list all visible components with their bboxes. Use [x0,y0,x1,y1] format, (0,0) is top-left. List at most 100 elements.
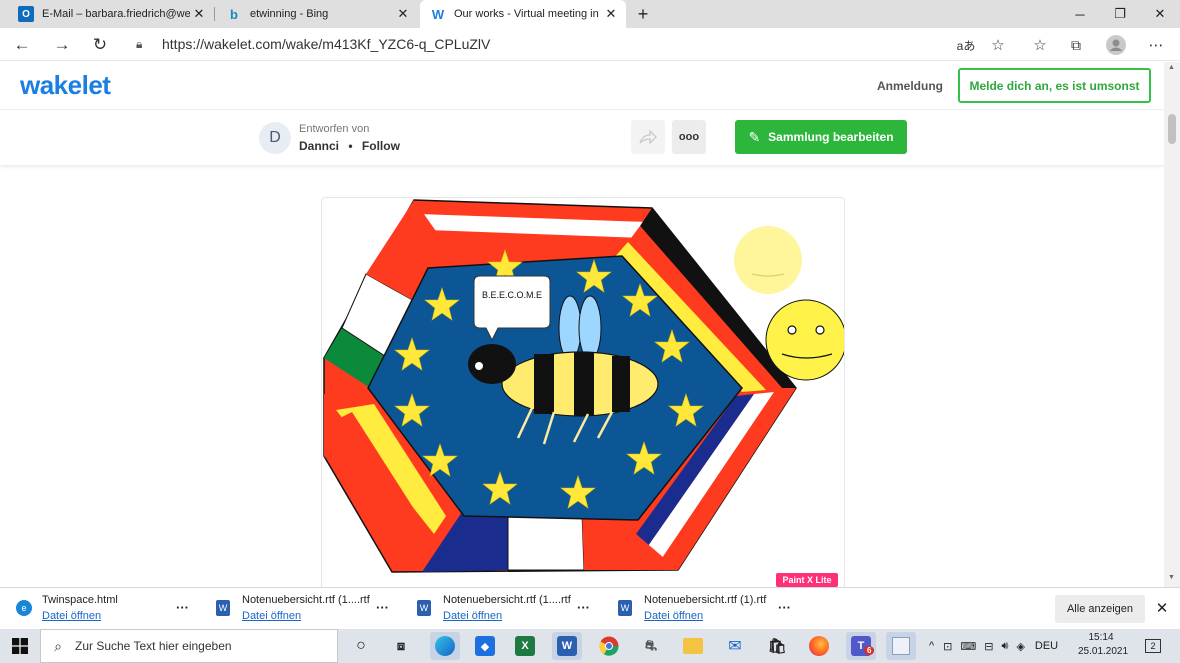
tab-bing[interactable]: b etwinning - Bing ✕ [216,0,418,28]
taskbar-mail[interactable]: ✉ [720,632,750,660]
start-button[interactable] [0,629,40,663]
open-file-link[interactable]: Datei öffnen [242,610,301,622]
author-avatar[interactable]: D [259,122,291,154]
site-header: wakelet Anmeldung Melde dich an, es ist … [0,62,1164,110]
paint-x-lite-badge: Paint X Lite [776,573,838,587]
download-filename: Notenuebersicht.rtf (1....rtf [242,594,370,606]
scrollbar-thumb[interactable] [1168,114,1176,144]
taskbar-search-input[interactable]: ⌕ Zur Suche Text hier eingeben [40,629,338,663]
outlook-icon: O [18,6,34,22]
collection-toolbar: D Entworfen von Dannci • Follow ooo ✎ Sa… [0,111,1164,165]
taskbar-chrome[interactable] [594,632,624,660]
store-icon: 🛍︎ [767,638,787,655]
mail-icon: ✉ [728,638,742,655]
taskbar-firefox[interactable] [804,632,834,660]
scroll-up-icon[interactable]: ▲ [1168,64,1175,71]
new-tab-button[interactable]: + [632,2,654,26]
wakelet-logo[interactable]: wakelet [20,70,111,101]
close-icon[interactable]: ✕ [1152,598,1172,618]
settings-more-icon[interactable]: ⋯ [1144,33,1168,57]
download-item[interactable]: e Twinspace.html Datei öffnen ··· [0,588,198,630]
word-icon: W [216,600,230,616]
scroll-down-icon[interactable]: ▼ [1168,574,1175,581]
language-indicator[interactable]: DEU [1035,640,1058,652]
navigation-bar: ← → ↻ 🔒︎ https://wakelet.com/wake/m413Kf… [0,28,1180,61]
profile-avatar[interactable] [1104,33,1128,57]
notification-center-button[interactable]: 2 [1142,635,1164,657]
more-icon[interactable]: ··· [577,600,590,615]
close-icon[interactable]: ✕ [190,6,208,22]
taskbar-dropbox[interactable]: ◆ [470,632,500,660]
open-file-link[interactable]: Datei öffnen [443,610,502,622]
cortana-icon[interactable]: ○ [346,632,376,660]
taskbar-app[interactable]: ⛐ [636,632,666,660]
forward-icon[interactable]: → [50,33,74,57]
favorites-icon[interactable]: ☆ [1028,33,1052,57]
edit-collection-button[interactable]: ✎ Sammlung bearbeiten [735,120,907,154]
taskbar-store[interactable]: 🛍︎ [762,632,792,660]
open-file-link[interactable]: Datei öffnen [644,610,703,622]
tab-email[interactable]: O E-Mail – barbara.friedrich@wein ✕ [8,0,214,28]
restore-icon[interactable]: ❐ [1100,0,1140,28]
system-tray: ^ ⊡ ⌨ ⊟ 🔊︎ ◈ DEU [924,629,1064,663]
tab-wakelet[interactable]: W Our works - Virtual meeting in C ✕ [420,0,626,28]
more-icon[interactable]: ··· [176,600,189,615]
address-bar[interactable]: 🔒︎ https://wakelet.com/wake/m413Kf_YZC6-… [126,31,1026,57]
signup-button[interactable]: Melde dich an, es ist umsonst [958,68,1151,103]
taskbar-clock[interactable]: 15:14 25.01.2021 [1078,631,1128,659]
word-icon: W [417,600,431,616]
url-text: https://wakelet.com/wake/m413Kf_YZC6-q_C… [162,36,491,52]
more-icon[interactable]: ··· [376,600,389,615]
open-file-link[interactable]: Datei öffnen [42,610,101,622]
author-name[interactable]: Dannci [299,139,339,153]
windows-taskbar: ⌕ Zur Suche Text hier eingeben ○ ⧈ ◆ X W… [0,629,1180,663]
close-icon[interactable]: ✕ [602,6,620,22]
follow-link[interactable]: Follow [362,139,400,153]
collection-item-card[interactable]: B.E.E.C.O.M.E Paint X Lite [321,197,845,597]
close-icon[interactable]: ✕ [394,6,412,22]
download-filename: Notenuebersicht.rtf (1....rtf [443,594,571,606]
favorite-add-icon[interactable]: ☆ [986,33,1010,57]
taskbar-edge[interactable] [430,632,460,660]
read-aloud-icon[interactable]: aあ [954,33,978,57]
bing-icon: b [230,6,238,22]
chevron-up-icon[interactable]: ^ [929,640,934,652]
keyboard-icon[interactable]: ⌨ [960,640,976,653]
more-options-button[interactable]: ooo [672,120,706,154]
search-placeholder: Zur Suche Text hier eingeben [75,639,232,653]
taskbar-explorer[interactable] [678,632,708,660]
refresh-icon[interactable]: ↻ [88,33,112,57]
lock-icon: 🔒︎ [136,36,143,51]
taskbar-excel[interactable]: X [510,632,540,660]
author-info: Dannci • Follow [299,139,400,153]
download-item[interactable]: W Notenuebersicht.rtf (1....rtf Datei öf… [401,588,599,630]
volume-icon[interactable]: 🔊︎ [1002,640,1009,653]
app-icon: ⛐ [644,636,658,653]
login-link[interactable]: Anmeldung [877,79,943,93]
taskbar-teams[interactable]: T 6 [846,632,876,660]
meet-now-icon[interactable]: ⊡ [943,640,952,653]
tab-title: etwinning - Bing [250,8,329,20]
collections-icon[interactable]: ⧉ [1064,33,1088,57]
taskbar-word[interactable]: W [552,632,582,660]
dropbox-tray-icon[interactable]: ◈ [1016,640,1024,653]
download-item[interactable]: W Notenuebersicht.rtf (1).rtf Datei öffn… [602,588,800,630]
task-view-icon[interactable]: ⧈ [386,632,416,660]
windows-icon [12,638,28,654]
share-button[interactable] [631,120,665,154]
download-item[interactable]: W Notenuebersicht.rtf (1....rtf Datei öf… [200,588,398,630]
taskbar-app-active[interactable] [886,632,916,660]
search-icon: ⌕ [54,637,62,654]
back-icon[interactable]: ← [10,33,34,57]
network-icon[interactable]: ⊟ [984,640,993,653]
clock-time: 15:14 [1088,632,1114,643]
notification-icon: 2 [1145,639,1161,653]
share-icon [639,130,657,144]
page-scrollbar[interactable]: ▲ ▼ [1164,62,1180,587]
wakelet-icon: W [431,6,445,22]
show-all-downloads-button[interactable]: Alle anzeigen [1055,595,1145,623]
download-filename: Twinspace.html [42,594,118,606]
more-icon[interactable]: ··· [778,600,791,615]
minimize-icon[interactable]: ─ [1060,0,1100,28]
close-window-icon[interactable]: ✕ [1140,0,1180,28]
